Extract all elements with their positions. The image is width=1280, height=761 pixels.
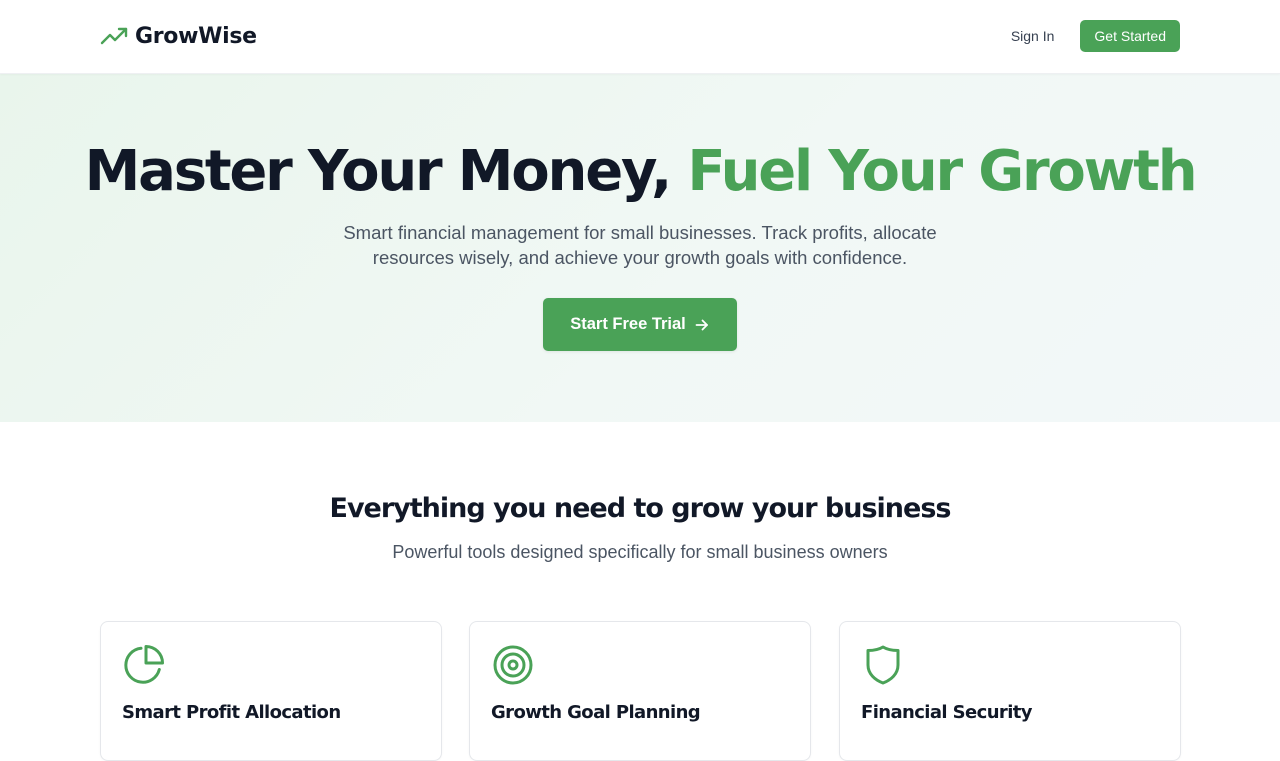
feature-card-title: Smart Profit Allocation [122, 702, 341, 723]
start-free-trial-button[interactable]: Start Free Trial [543, 298, 737, 351]
hero-title-highlight: Fuel Your Growth [687, 139, 1197, 204]
feature-card-financial-security: Financial Security [839, 621, 1181, 761]
feature-card-title: Growth Goal Planning [491, 702, 701, 723]
brand-name: GrowWise [135, 23, 257, 49]
features-title: Everything you need to grow your busines… [329, 493, 952, 524]
sign-in-button[interactable]: Sign In [999, 20, 1067, 52]
hero-section: Master Your Money, Fuel Your Growth Smar… [0, 74, 1280, 422]
trending-up-icon [100, 27, 128, 45]
hero-title: Master Your Money, Fuel Your Growth [0, 140, 1280, 204]
arrow-right-icon [695, 319, 708, 330]
shield-icon [866, 645, 900, 685]
pie-chart-icon [124, 645, 164, 684]
hero-title-part1: Master Your Money, [84, 139, 688, 204]
target-icon [493, 645, 533, 685]
start-free-trial-label: Start Free Trial [570, 315, 686, 333]
brand-logo-link[interactable]: GrowWise [100, 22, 257, 50]
feature-card-goal-planning: Growth Goal Planning [469, 621, 811, 761]
feature-card-profit-allocation: Smart Profit Allocation [100, 621, 442, 761]
nav-actions: Sign In Get Started [999, 20, 1180, 52]
top-navbar: GrowWise Sign In Get Started [0, 0, 1280, 74]
features-subtitle: Powerful tools designed specifically for… [392, 542, 888, 562]
hero-subtitle: Smart financial management for small bus… [343, 222, 937, 268]
feature-card-title: Financial Security [861, 702, 1033, 723]
get-started-button[interactable]: Get Started [1080, 20, 1180, 52]
